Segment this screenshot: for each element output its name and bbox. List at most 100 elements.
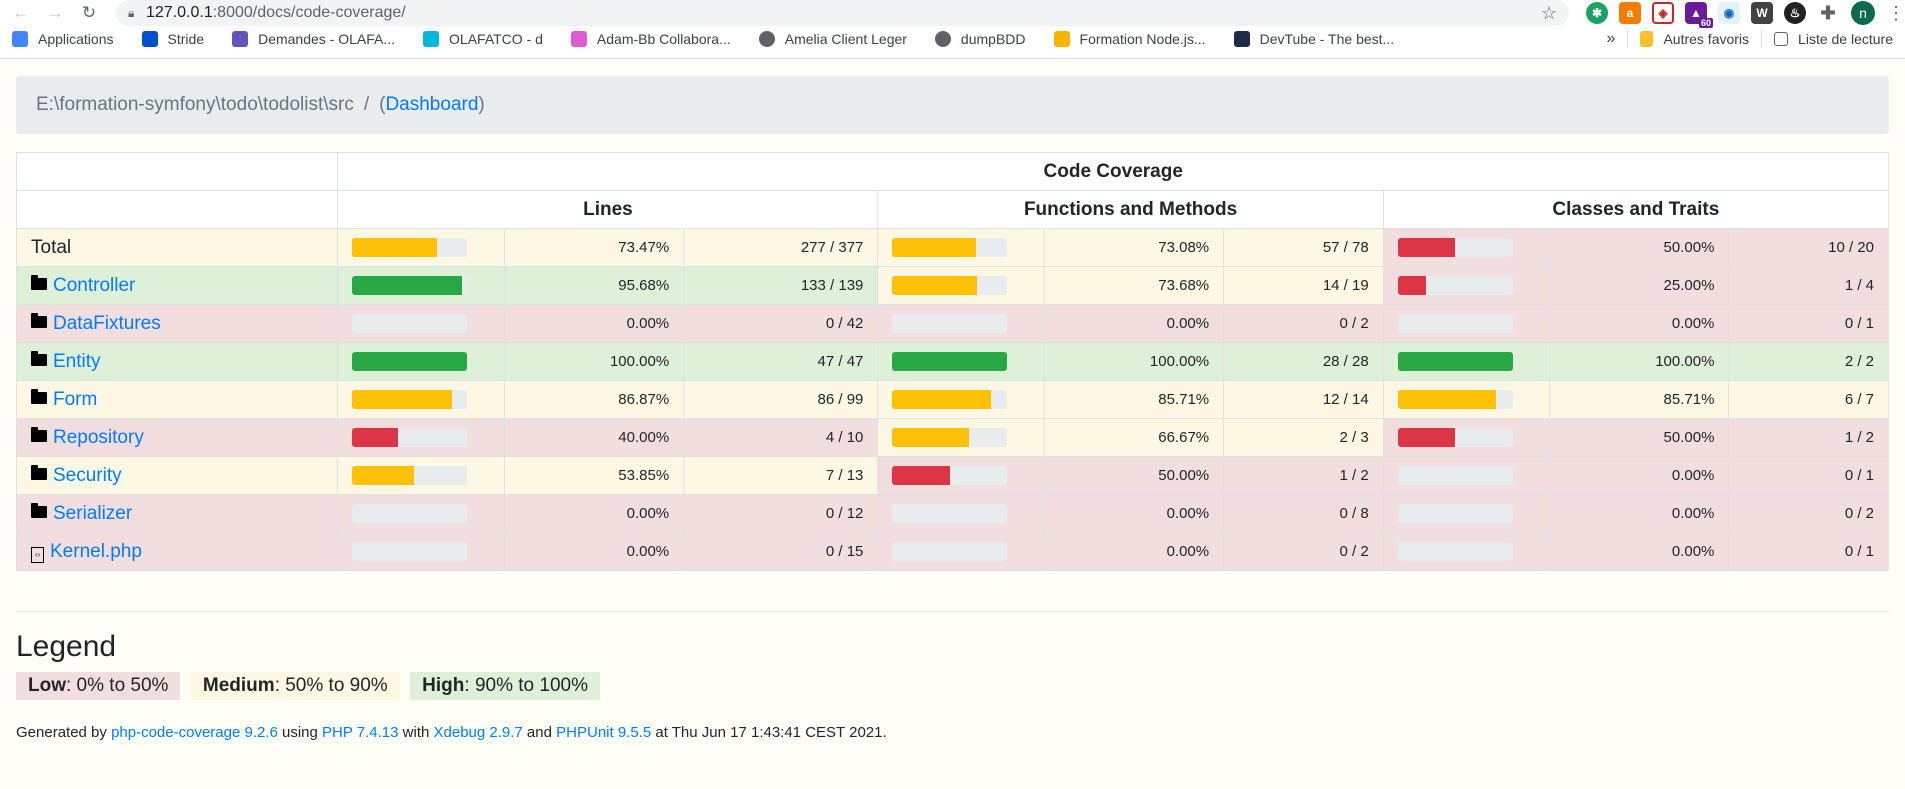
bookmarks-bar: Applications Stride Demandes - OLAFA... OLA…	[0, 26, 1905, 58]
page-content: E:\formation-symfony\todo\todolist\src /…	[0, 76, 1905, 741]
dashboard-link[interactable]: Dashboard	[385, 94, 478, 116]
row-link[interactable]: Controller	[53, 275, 135, 296]
functions-progress-bar	[892, 542, 1008, 561]
functions-progress-bar	[892, 466, 1008, 485]
bookmark-item[interactable]: OLAFATCO - d	[423, 31, 543, 47]
lines-progress-bar	[352, 504, 468, 523]
classes-percent: 85.71%	[1549, 380, 1730, 419]
lines-progress-fill	[352, 390, 453, 409]
functions-progress-fill	[892, 428, 970, 447]
bookmark-item[interactable]: DevTube - The best...	[1233, 31, 1394, 47]
functions-fraction: 12 / 14	[1223, 380, 1384, 419]
functions-fraction: 57 / 78	[1223, 228, 1384, 267]
row-name-cell: DataFixtures	[15, 304, 339, 343]
bookmark-item[interactable]: Stride	[141, 31, 205, 47]
reload-icon[interactable]: ↻	[76, 0, 102, 26]
bookmark-item[interactable]: Adam-Bb Collabora...	[570, 31, 731, 47]
row-link[interactable]: Serializer	[53, 503, 132, 524]
footer-text: at Thu Jun 17 1:43:41 CEST 2021.	[651, 724, 887, 741]
bookmark-label: Stride	[167, 31, 205, 47]
address-bar[interactable]: 🔒︎ 127.0.0.1:8000/docs/code-coverage/ ☆	[116, 0, 1569, 26]
functions-fraction: 28 / 28	[1223, 342, 1384, 381]
table-row: Form 86.87% 86 / 99 85.71% 12 / 14 85.71% 6 / …	[15, 380, 1889, 419]
extension-bag-icon[interactable]: a	[1619, 2, 1641, 24]
forward-icon[interactable]: →	[42, 0, 68, 26]
extension-shield-icon[interactable]: ◈	[1652, 2, 1674, 24]
extension-w-icon[interactable]: W	[1751, 2, 1773, 24]
functions-bar-cell	[877, 456, 1045, 495]
bookmark-label: Adam-Bb Collabora...	[596, 31, 731, 47]
lines-progress-bar	[352, 238, 468, 257]
php-link[interactable]: PHP 7.4.13	[322, 724, 398, 741]
classes-percent: 0.00%	[1549, 494, 1730, 533]
table-row: Serializer 0.00% 0 / 12 0.00% 0 / 8 0.00% 0 / …	[15, 494, 1889, 533]
functions-progress-bar	[892, 390, 1008, 409]
phpunit-link[interactable]: PHPUnit 9.5.5	[556, 724, 651, 741]
lines-progress-bar	[352, 314, 468, 333]
header-functions: Functions and Methods	[877, 190, 1384, 229]
xdebug-link[interactable]: Xdebug 2.9.7	[434, 724, 523, 741]
reading-list[interactable]: Liste de lecture	[1774, 31, 1893, 47]
classes-fraction: 1 / 2	[1728, 418, 1889, 457]
bookmark-item[interactable]: Applications	[12, 31, 114, 47]
extensions-puzzle-icon[interactable]: ✚	[1817, 2, 1839, 24]
bookmark-item[interactable]: dumpBDD	[934, 31, 1026, 47]
classes-bar-cell	[1382, 380, 1551, 419]
bookmark-label: Amelia Client Leger	[784, 31, 907, 47]
functions-percent: 66.67%	[1043, 418, 1225, 457]
header-blank-cell	[15, 190, 339, 229]
back-icon[interactable]: ←	[8, 0, 34, 26]
row-link[interactable]: Kernel.php	[50, 541, 142, 562]
lines-progress-fill	[352, 276, 463, 295]
functions-percent: 73.08%	[1043, 228, 1225, 267]
legend: Legend Low: 0% to 50% Medium: 50% to 90%…	[16, 630, 1889, 700]
row-link[interactable]: Entity	[53, 351, 101, 372]
collab-icon	[570, 31, 587, 47]
row-link[interactable]: Repository	[53, 427, 144, 448]
functions-fraction: 1 / 2	[1223, 456, 1384, 495]
bookmark-label: Formation Node.js...	[1079, 31, 1206, 47]
extension-gear-icon[interactable]: ✱	[1586, 2, 1608, 24]
bookmark-label: Autres favoris	[1663, 31, 1750, 47]
bookmark-item[interactable]: Demandes - OLAFA...	[232, 31, 395, 47]
classes-percent: 0.00%	[1549, 456, 1730, 495]
row-link[interactable]: DataFixtures	[53, 313, 161, 334]
lines-percent: 0.00%	[503, 304, 685, 343]
functions-progress-fill	[892, 276, 978, 295]
header-blank-cell	[15, 152, 339, 191]
row-name-cell: Repository	[15, 418, 339, 457]
avatar[interactable]: n	[1851, 1, 1875, 25]
extension-cap-icon[interactable]: ▲ 60	[1685, 2, 1713, 28]
bookmark-other[interactable]: Autres favoris	[1640, 31, 1749, 47]
classes-percent: 50.00%	[1549, 418, 1730, 457]
bookmark-item[interactable]: Amelia Client Leger	[758, 31, 907, 47]
functions-progress-fill	[892, 238, 977, 257]
bookmark-item[interactable]: Formation Node.js...	[1053, 31, 1206, 47]
row-link[interactable]: Form	[53, 389, 97, 410]
bookmark-star-icon[interactable]: ☆	[1541, 3, 1557, 24]
php-code-coverage-link[interactable]: php-code-coverage 9.2.6	[111, 724, 278, 741]
functions-progress-fill	[892, 390, 991, 409]
classes-bar-cell	[1382, 532, 1551, 571]
lines-progress-bar	[352, 276, 468, 295]
lines-percent: 100.00%	[503, 342, 685, 381]
row-link[interactable]: Security	[53, 465, 122, 486]
functions-percent: 100.00%	[1043, 342, 1225, 381]
functions-percent: 0.00%	[1043, 494, 1225, 533]
legend-high: High: 90% to 100%	[410, 672, 600, 700]
kebab-menu-icon[interactable]: ⋮	[1887, 3, 1905, 24]
bookmarks-overflow-icon[interactable]: »	[1607, 30, 1616, 48]
lines-progress-bar	[352, 466, 468, 485]
extension-owl-icon[interactable]: ◉	[1718, 2, 1740, 24]
lines-bar-cell	[337, 228, 505, 267]
footer-text: with	[398, 724, 434, 741]
lines-progress-bar	[352, 352, 468, 371]
extension-flame-icon[interactable]: ♨	[1784, 2, 1806, 24]
address-url: 127.0.0.1:8000/docs/code-coverage/	[146, 4, 406, 21]
functions-fraction: 14 / 19	[1223, 266, 1384, 305]
stride-icon	[141, 31, 158, 47]
lines-bar-cell	[337, 342, 505, 381]
functions-progress-bar	[892, 276, 1008, 295]
functions-progress-bar	[892, 428, 1008, 447]
folder-icon	[31, 388, 47, 404]
